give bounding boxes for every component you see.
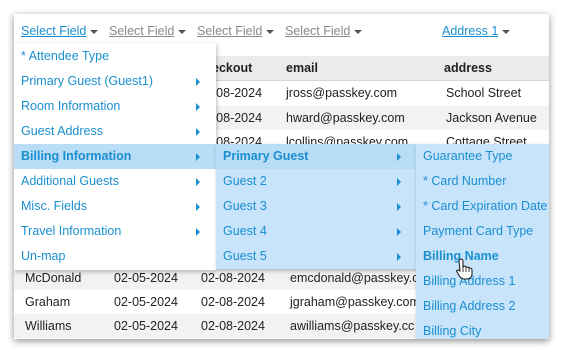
menu-item-misc-fields[interactable]: Misc. Fields bbox=[14, 194, 216, 219]
menu-item-primary-guest[interactable]: Primary Guest (Guest1) bbox=[14, 69, 216, 94]
chevron-right-icon bbox=[196, 103, 200, 111]
menu-item-billing-name[interactable]: Billing Name bbox=[416, 244, 549, 269]
cell-checkout: 02-08-2024 bbox=[201, 271, 265, 285]
cell-checkin: 02-05-2024 bbox=[114, 271, 178, 285]
cell-email: hward@passkey.com bbox=[286, 111, 405, 125]
menu-item-label: Guest 2 bbox=[223, 174, 267, 188]
field-select-1-label: Select Field bbox=[21, 24, 87, 38]
menu-item-label: * Card Number bbox=[423, 174, 507, 188]
field-select-4[interactable]: Select Field bbox=[285, 24, 363, 38]
menu-item-label: Payment Card Type bbox=[423, 224, 534, 238]
menu-item-label: Guest 4 bbox=[223, 224, 267, 238]
column-header-checkout: eckout bbox=[212, 61, 253, 75]
menu-item-label: Guest 3 bbox=[223, 199, 267, 213]
menu-item-travel-information[interactable]: Travel Information bbox=[14, 219, 216, 244]
menu-item-label: Guest 5 bbox=[223, 249, 267, 263]
menu-item-label: Billing Information bbox=[21, 149, 132, 163]
cell-email: jgraham@passkey.com bbox=[290, 295, 420, 309]
cell-checkin: 02-05-2024 bbox=[114, 319, 178, 333]
field-select-4-label: Select Field bbox=[285, 24, 351, 38]
cell-checkout: -08-2024 bbox=[212, 86, 263, 100]
chevron-right-icon bbox=[397, 203, 401, 211]
chevron-right-icon bbox=[196, 203, 200, 211]
import-mapping-panel: Select Field Select Field Select Field S… bbox=[14, 14, 549, 339]
chevron-right-icon bbox=[397, 253, 401, 261]
menu-item-label: Billing City bbox=[423, 324, 482, 338]
menu-item-label: Un-map bbox=[21, 249, 66, 263]
chevron-down-icon bbox=[266, 29, 275, 34]
cell-checkout: 02-08-2024 bbox=[201, 319, 265, 333]
menu-item-label: Primary Guest bbox=[223, 149, 309, 163]
chevron-right-icon bbox=[196, 178, 200, 186]
chevron-right-icon bbox=[397, 153, 401, 161]
cell-checkout: 02-08-2024 bbox=[201, 295, 265, 309]
menu-item-billing-address-2[interactable]: Billing Address 2 bbox=[416, 294, 549, 319]
chevron-down-icon bbox=[354, 29, 363, 34]
chevron-right-icon bbox=[397, 178, 401, 186]
menu-item-guest-2[interactable]: Guest 2 bbox=[216, 169, 416, 194]
menu-item-label: Room Information bbox=[21, 99, 121, 113]
cell-checkout: -08-2024 bbox=[212, 111, 263, 125]
cell-address: Jackson Avenue bbox=[446, 111, 537, 125]
cell-checkin: 02-05-2024 bbox=[114, 295, 178, 309]
column-header-address: address bbox=[444, 61, 492, 75]
cell-last-name: McDonald bbox=[25, 271, 82, 285]
billing-submenu: Primary Guest Guest 2 Guest 3 Guest 4 Gu… bbox=[216, 144, 416, 269]
menu-item-room-information[interactable]: Room Information bbox=[14, 94, 216, 119]
menu-item-additional-guests[interactable]: Additional Guests bbox=[14, 169, 216, 194]
field-menu: * Attendee Type Primary Guest (Guest1) R… bbox=[14, 43, 216, 270]
menu-item-label: * Card Expiration Date bbox=[423, 199, 548, 213]
field-select-5-label: Address 1 bbox=[442, 24, 499, 38]
chevron-right-icon bbox=[196, 228, 200, 236]
cell-last-name: Williams bbox=[25, 319, 72, 333]
menu-item-billing-information[interactable]: Billing Information bbox=[14, 144, 216, 169]
menu-item-guest-address[interactable]: Guest Address bbox=[14, 119, 216, 144]
chevron-right-icon bbox=[196, 128, 200, 136]
menu-item-un-map[interactable]: Un-map bbox=[14, 244, 216, 269]
menu-item-label: Additional Guests bbox=[21, 174, 119, 188]
hand-pointer-icon bbox=[456, 258, 473, 280]
menu-item-label: Misc. Fields bbox=[21, 199, 87, 213]
menu-item-primary-guest-billing[interactable]: Primary Guest bbox=[216, 144, 416, 169]
chevron-down-icon bbox=[178, 29, 187, 34]
cell-email: awilliams@passkey.cc bbox=[290, 319, 415, 333]
menu-item-guest-3[interactable]: Guest 3 bbox=[216, 194, 416, 219]
chevron-down-icon bbox=[502, 29, 511, 34]
chevron-right-icon bbox=[196, 78, 200, 86]
primary-guest-billing-submenu: Guarantee Type * Card Number * Card Expi… bbox=[416, 144, 549, 339]
menu-item-label: Guarantee Type bbox=[423, 149, 513, 163]
menu-item-billing-address-1[interactable]: Billing Address 1 bbox=[416, 269, 549, 294]
menu-item-label: Primary Guest (Guest1) bbox=[21, 74, 153, 88]
menu-item-label: Travel Information bbox=[21, 224, 122, 238]
menu-item-card-number[interactable]: * Card Number bbox=[416, 169, 549, 194]
menu-item-label: Guest Address bbox=[21, 124, 103, 138]
field-select-3[interactable]: Select Field bbox=[197, 24, 275, 38]
field-select-5[interactable]: Address 1 bbox=[442, 24, 511, 38]
menu-item-payment-card-type[interactable]: Payment Card Type bbox=[416, 219, 549, 244]
menu-item-guarantee-type[interactable]: Guarantee Type bbox=[416, 144, 549, 169]
menu-item-card-expiration-date[interactable]: * Card Expiration Date bbox=[416, 194, 549, 219]
field-select-2[interactable]: Select Field bbox=[109, 24, 187, 38]
menu-item-label: * Attendee Type bbox=[21, 49, 110, 63]
cell-email: emcdonald@passkey.cc bbox=[290, 271, 425, 285]
column-header-email: email bbox=[286, 61, 318, 75]
cell-address: School Street bbox=[446, 86, 522, 100]
field-select-2-label: Select Field bbox=[109, 24, 175, 38]
cell-last-name: Graham bbox=[25, 295, 71, 309]
field-select-1[interactable]: Select Field bbox=[21, 24, 99, 38]
menu-item-guest-5[interactable]: Guest 5 bbox=[216, 244, 416, 269]
chevron-right-icon bbox=[397, 228, 401, 236]
cell-email: jross@passkey.com bbox=[286, 86, 398, 100]
chevron-right-icon bbox=[196, 153, 200, 161]
field-select-3-label: Select Field bbox=[197, 24, 263, 38]
menu-item-billing-city[interactable]: Billing City bbox=[416, 319, 549, 339]
menu-item-attendee-type[interactable]: * Attendee Type bbox=[14, 44, 216, 69]
menu-item-label: Billing Address 2 bbox=[423, 299, 516, 313]
menu-item-guest-4[interactable]: Guest 4 bbox=[216, 219, 416, 244]
chevron-down-icon bbox=[90, 29, 99, 34]
